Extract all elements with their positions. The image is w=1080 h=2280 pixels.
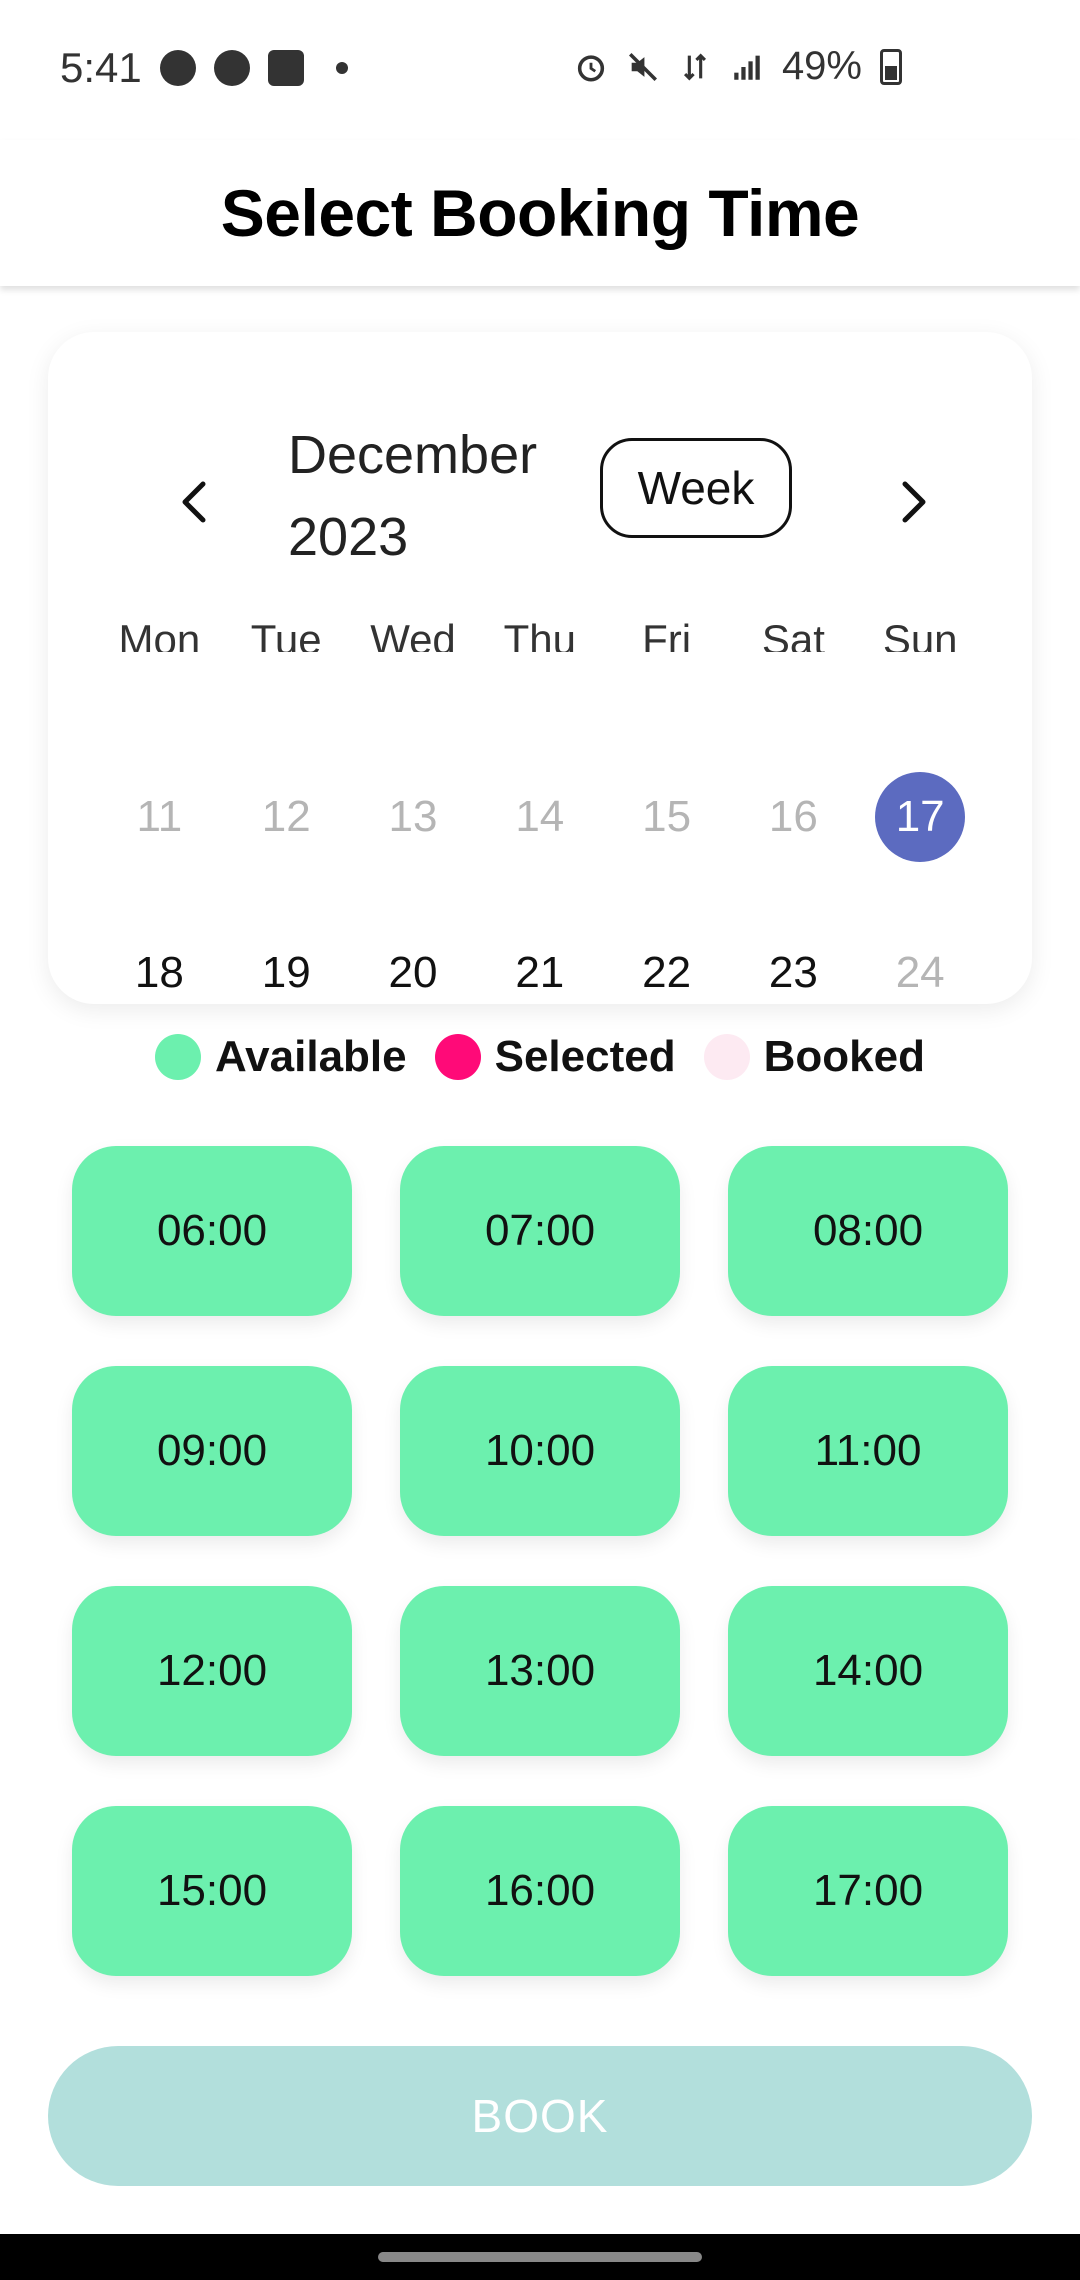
chevron-right-icon (902, 481, 926, 523)
month-title: December 2023 (288, 425, 538, 567)
date-cell[interactable]: 22 (603, 928, 730, 1018)
legend-available-label: Available (215, 1032, 407, 1081)
status-bar: 5:41 49% (0, 0, 1080, 140)
date-cell: 13 (388, 792, 438, 841)
weekday-tue: Tue (250, 616, 322, 652)
weekday-sat: Sat (761, 616, 825, 652)
time-slot[interactable]: 16:00 (400, 1806, 680, 1976)
date-row-week1: 11 12 13 14 15 16 17 (96, 772, 984, 862)
calendar-card: December 2023 Week Mon Tue Wed Thu Fri S… (48, 332, 1032, 1004)
battery-icon (880, 48, 902, 85)
time-slot[interactable]: 15:00 (72, 1806, 352, 1976)
weekday-sun: Sun (882, 616, 958, 652)
date-cell[interactable]: 19 (223, 928, 350, 1018)
battery-percent: 49% (781, 44, 862, 88)
status-left-icons (160, 50, 348, 86)
date-cell[interactable]: 20 (350, 928, 477, 1018)
status-time: 5:41 (60, 44, 142, 91)
date-cell: 15 (642, 792, 692, 841)
date-cell[interactable]: 21 (476, 928, 603, 1018)
time-slot-grid: 06:00 07:00 08:00 09:00 10:00 11:00 12:0… (72, 1146, 1008, 1976)
selected-dot-icon (434, 1034, 481, 1080)
time-slot[interactable]: 14:00 (728, 1586, 1008, 1756)
legend-selected: Selected (434, 1032, 676, 1082)
available-dot-icon (155, 1034, 202, 1080)
date-cell: 16 (768, 792, 818, 841)
mute-icon (628, 52, 657, 81)
legend-selected-label: Selected (494, 1032, 676, 1081)
legend-booked: Booked (703, 1032, 925, 1082)
data-icon (683, 52, 706, 81)
time-slot[interactable]: 13:00 (400, 1586, 680, 1756)
signal-icon (734, 55, 760, 80)
date-cell-selected[interactable]: 17 (857, 772, 984, 862)
time-slot[interactable]: 11:00 (728, 1366, 1008, 1536)
date-row-week2: 18 19 20 21 22 23 24 (96, 928, 984, 1018)
weekday-wed: Wed (370, 616, 456, 652)
time-slot[interactable]: 17:00 (728, 1806, 1008, 1976)
spotify-icon (214, 50, 250, 86)
date-cell: 12 (261, 792, 311, 841)
time-slot[interactable]: 09:00 (72, 1366, 352, 1536)
date-cell[interactable]: 24 (857, 928, 984, 1018)
alarm-icon (577, 54, 605, 82)
legend-available: Available (155, 1032, 407, 1082)
weekday-thu: Thu (503, 616, 576, 652)
date-cell[interactable]: 23 (730, 928, 857, 1018)
weekday-header: Mon Tue Wed Thu Fri Sat Sun (96, 608, 984, 652)
prev-week-button[interactable] (164, 472, 224, 532)
view-toggle-button[interactable]: Week (600, 438, 792, 538)
time-slot[interactable]: 08:00 (728, 1146, 1008, 1316)
weekday-fri: Fri (642, 616, 692, 652)
slot-legend: Available Selected Booked (0, 1032, 1080, 1082)
book-button[interactable]: BOOK (48, 2046, 1032, 2186)
time-slot[interactable]: 07:00 (400, 1146, 680, 1316)
status-right-icons: 49% (574, 44, 902, 89)
time-slot[interactable]: 06:00 (72, 1146, 352, 1316)
time-slot[interactable]: 10:00 (400, 1366, 680, 1536)
soccer-icon (160, 50, 196, 86)
selected-date-label: 17 (875, 772, 966, 862)
chevron-left-icon (182, 481, 206, 523)
app-header: Select Booking Time (0, 140, 1080, 286)
legend-booked-label: Booked (763, 1032, 925, 1081)
page-title: Select Booking Time (220, 176, 860, 250)
time-slot[interactable]: 12:00 (72, 1586, 352, 1756)
home-indicator[interactable] (378, 2252, 702, 2262)
weekday-mon: Mon (118, 616, 201, 652)
system-nav-bar (0, 2234, 1080, 2280)
date-cell: 14 (515, 792, 565, 841)
gallery-icon (268, 50, 304, 86)
next-week-button[interactable] (884, 472, 944, 532)
notification-dot-icon (336, 62, 348, 74)
date-cell: 11 (136, 792, 183, 841)
booked-dot-icon (703, 1034, 750, 1080)
date-cell[interactable]: 18 (96, 928, 223, 1018)
